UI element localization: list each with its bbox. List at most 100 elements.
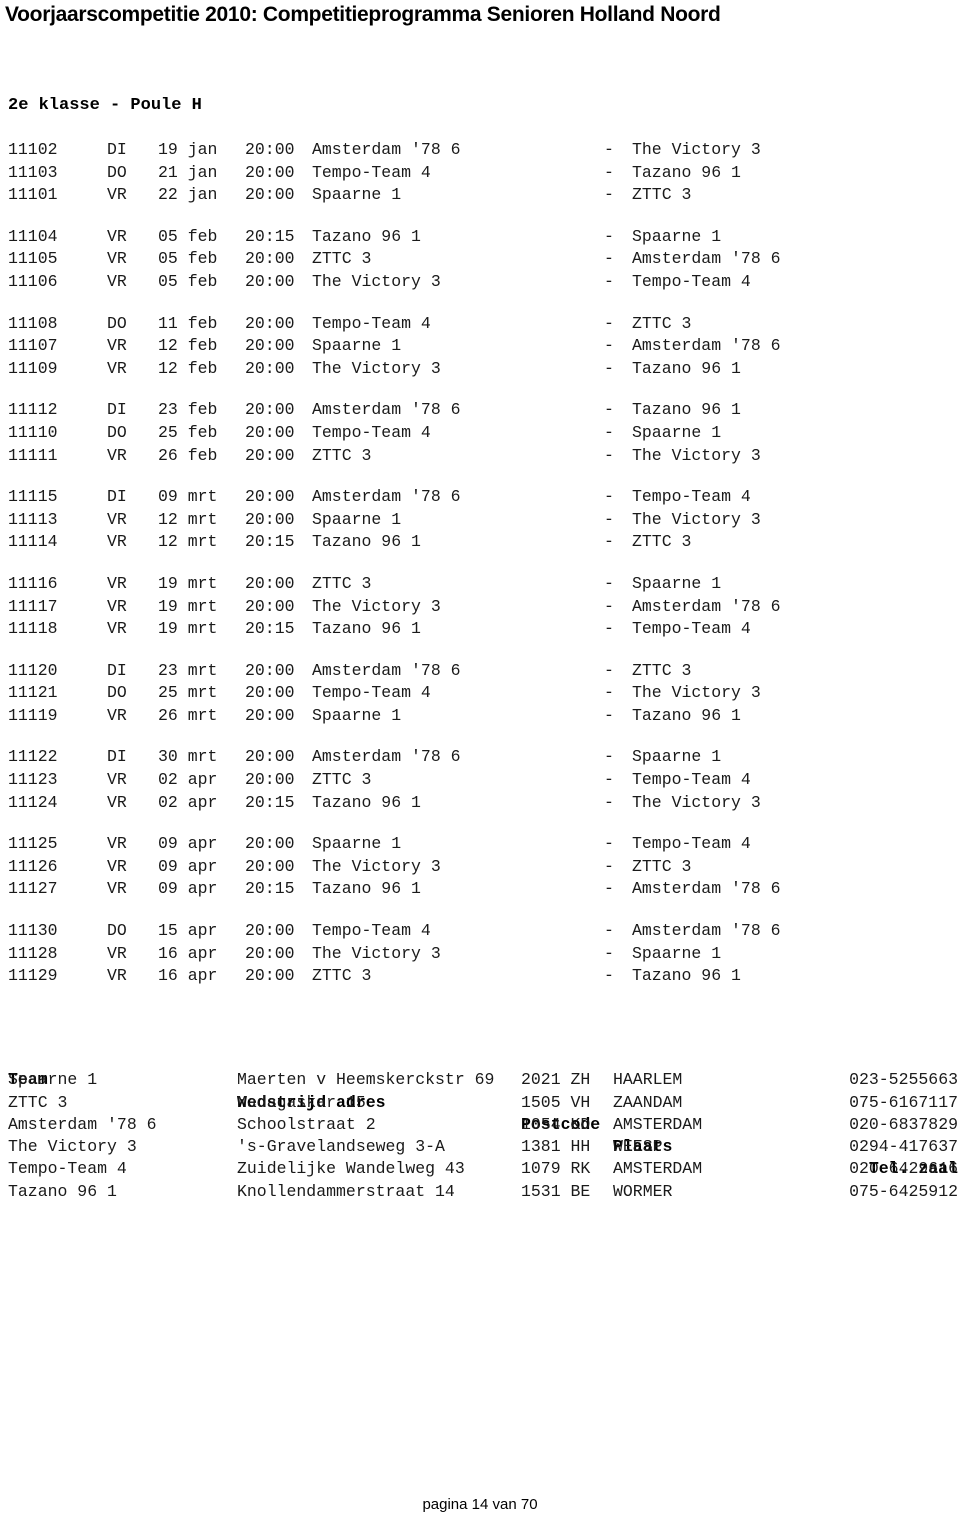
match-weekday: DI — [107, 487, 127, 507]
home-team: The Victory 3 — [312, 358, 441, 378]
home-team: Amsterdam '78 6 — [312, 400, 461, 420]
away-team: Amsterdam '78 6 — [632, 596, 781, 616]
table-row: Amsterdam '78 6 Schoolstraat 2 1054 KD AMST… — [0, 1114, 960, 1136]
match-code: 11125 — [8, 834, 58, 854]
match-date: 15 apr — [158, 921, 218, 941]
match-code: 11121 — [8, 683, 58, 703]
versus-separator: - — [604, 358, 614, 378]
match-code: 11103 — [8, 162, 58, 182]
away-team: Tempo-Team 4 — [632, 271, 751, 291]
match-row: 11106 VR 05 feb 20:00 The Victory 3 - Tempo-Te… — [0, 271, 960, 294]
match-weekday: VR — [107, 966, 127, 986]
match-time: 20:00 — [245, 162, 295, 182]
away-team: Tazano 96 1 — [632, 705, 741, 725]
home-team: Tempo-Team 4 — [312, 162, 431, 182]
match-time: 20:00 — [245, 856, 295, 876]
match-code: 11104 — [8, 226, 58, 246]
match-block: 11104 VR 05 feb 20:15 Tazano 96 1- Spaarne 11… — [0, 226, 960, 294]
table-row: ZTTC 3 Madagaskar 15 1505 VH ZAANDAM 075-616… — [0, 1092, 960, 1114]
match-code: 11115 — [8, 487, 58, 507]
versus-separator: - — [604, 705, 614, 725]
match-row: 11107 VR 12 feb 20:00 Spaarne 1 - Amsterdam '7… — [0, 335, 960, 358]
match-weekday: DI — [107, 747, 127, 767]
match-code: 11127 — [8, 879, 58, 899]
match-code: 11124 — [8, 792, 58, 812]
match-weekday: VR — [107, 792, 127, 812]
match-weekday: VR — [107, 249, 127, 269]
away-team: Amsterdam '78 6 — [632, 921, 781, 941]
home-team: Spaarne 1 — [312, 185, 402, 205]
match-time: 20:00 — [245, 660, 295, 680]
away-team: ZTTC 3 — [632, 313, 692, 333]
home-team: ZTTC 3 — [312, 249, 372, 269]
table-header-row: Team Wedstrijd adres Postcode Plaats Tel… — [0, 1047, 960, 1178]
match-row: 11127 VR 09 apr 20:15 Tazano 96 1 - Amsterdam … — [0, 878, 960, 901]
match-date: 05 feb — [158, 226, 218, 246]
match-code: 11126 — [8, 856, 58, 876]
match-weekday: VR — [107, 185, 127, 205]
match-row: 11112 DI 23 feb 20:00 Amsterdam '78 6 - Tazano… — [0, 399, 960, 422]
match-time: 20:00 — [245, 400, 295, 420]
match-row: 11111 VR 26 feb 20:00 ZTTC 3 - The Victory 3 — [0, 445, 960, 468]
match-code: 11119 — [8, 705, 58, 725]
match-code: 11122 — [8, 747, 58, 767]
match-time: 20:15 — [245, 532, 295, 552]
cell-address: Maerten v Heemskerckstr 69 — [237, 1070, 495, 1090]
match-weekday: VR — [107, 358, 127, 378]
match-row: 11121 DO 25 mrt 20:00 Tempo-Team 4 - The Victo… — [0, 682, 960, 705]
poule-heading: 2e klasse - Poule H — [8, 96, 202, 115]
cell-address: Madagaskar 15 — [237, 1092, 366, 1112]
match-date: 12 mrt — [158, 532, 218, 552]
home-team: Tempo-Team 4 — [312, 921, 431, 941]
cell-phone: 075-6167117 — [849, 1092, 958, 1112]
home-team: The Victory 3 — [312, 596, 441, 616]
match-time: 20:00 — [245, 249, 295, 269]
page-title: Voorjaarscompetitie 2010: Competitieprog… — [5, 3, 721, 26]
match-code: 11112 — [8, 400, 58, 420]
versus-separator: - — [604, 185, 614, 205]
match-row: 11118 VR 19 mrt 20:15 Tazano 96 1 - Tempo-Team… — [0, 618, 960, 641]
home-team: Tazano 96 1 — [312, 792, 421, 812]
match-time: 20:00 — [245, 705, 295, 725]
away-team: Tempo-Team 4 — [632, 834, 751, 854]
match-code: 11128 — [8, 943, 58, 963]
match-weekday: VR — [107, 770, 127, 790]
versus-separator: - — [604, 921, 614, 941]
match-time: 20:00 — [245, 683, 295, 703]
versus-separator: - — [604, 683, 614, 703]
cell-city: WEESP — [613, 1137, 663, 1157]
match-row: 11126 VR 09 apr 20:00 The Victory 3 - ZTTC 3 — [0, 856, 960, 879]
match-code: 11101 — [8, 185, 58, 205]
versus-separator: - — [604, 509, 614, 529]
home-team: Tempo-Team 4 — [312, 683, 431, 703]
match-weekday: DI — [107, 660, 127, 680]
match-block: 11102 DI 19 jan 20:00 Amsterdam '78 6- The Vi… — [0, 139, 960, 207]
match-code: 11108 — [8, 313, 58, 333]
match-row: 11122 DI 30 mrt 20:00 Amsterdam '78 6 - Spaarn… — [0, 746, 960, 769]
match-weekday: VR — [107, 619, 127, 639]
cell-phone: 020-6837829 — [849, 1114, 958, 1134]
match-weekday: VR — [107, 445, 127, 465]
cell-team: Tempo-Team 4 — [8, 1159, 127, 1179]
away-team: The Victory 3 — [632, 683, 761, 703]
match-block: 11115 DI 09 mrt 20:00 Amsterdam '78 6- Tempo-… — [0, 486, 960, 554]
match-weekday: DO — [107, 921, 127, 941]
match-row: 11128 VR 16 apr 20:00 The Victory 3 - Spaarne … — [0, 943, 960, 966]
match-time: 20:00 — [245, 445, 295, 465]
match-weekday: DO — [107, 683, 127, 703]
versus-separator: - — [604, 619, 614, 639]
cell-team: ZTTC 3 — [8, 1092, 68, 1112]
cell-postcode: 2021 ZH — [521, 1070, 591, 1090]
away-team: ZTTC 3 — [632, 532, 692, 552]
cell-address: Knollendammerstraat 14 — [237, 1181, 455, 1201]
match-code: 11118 — [8, 619, 58, 639]
cell-postcode: 1505 VH — [521, 1092, 591, 1112]
match-time: 20:15 — [245, 792, 295, 812]
match-row: 11119 VR 26 mrt 20:00 Spaarne 1 - Tazano 96 1 — [0, 705, 960, 728]
match-date: 26 mrt — [158, 705, 218, 725]
match-time: 20:00 — [245, 573, 295, 593]
home-team: Spaarne 1 — [312, 336, 402, 356]
match-date: 12 feb — [158, 358, 218, 378]
versus-separator: - — [604, 313, 614, 333]
match-row: 11103 DO 21 jan 20:00 Tempo-Team 4 - Tazano 96… — [0, 162, 960, 185]
